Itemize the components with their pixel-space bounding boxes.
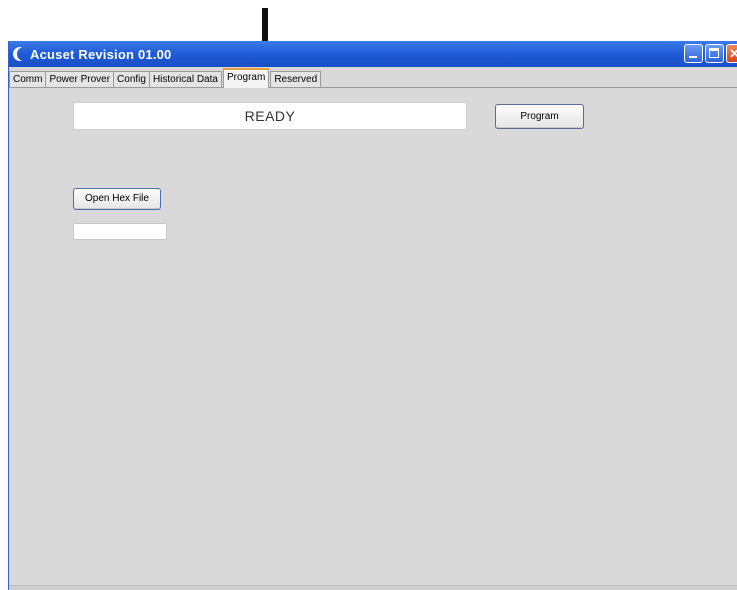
close-icon[interactable]: ✕ bbox=[726, 44, 737, 63]
tab-reserved[interactable]: Reserved bbox=[270, 71, 322, 87]
tab-historical-data[interactable]: Historical Data bbox=[148, 71, 222, 87]
maximize-icon[interactable] bbox=[705, 44, 724, 63]
open-hex-file-button[interactable]: Open Hex File bbox=[73, 188, 161, 210]
hex-file-path-field[interactable] bbox=[73, 223, 167, 240]
window-bottom-edge bbox=[9, 585, 737, 590]
minimize-icon[interactable] bbox=[684, 44, 703, 63]
tab-bar: Comm Power Prover Config Historical Data… bbox=[9, 67, 737, 88]
tab-power-prover[interactable]: Power Prover bbox=[45, 71, 115, 87]
window-title: Acuset Revision 01.00 bbox=[30, 46, 172, 62]
program-button[interactable]: Program bbox=[495, 104, 584, 129]
tab-config[interactable]: Config bbox=[113, 71, 150, 87]
title-bar[interactable]: Acuset Revision 01.00 ✕ bbox=[9, 41, 737, 67]
tab-comm[interactable]: Comm bbox=[9, 71, 47, 87]
status-display: READY bbox=[73, 102, 467, 130]
tab-program[interactable]: Program bbox=[222, 68, 270, 88]
app-logo-icon bbox=[13, 47, 27, 61]
window-controls: ✕ bbox=[684, 44, 737, 63]
app-window: Acuset Revision 01.00 ✕ Comm Power Prove… bbox=[8, 41, 737, 590]
